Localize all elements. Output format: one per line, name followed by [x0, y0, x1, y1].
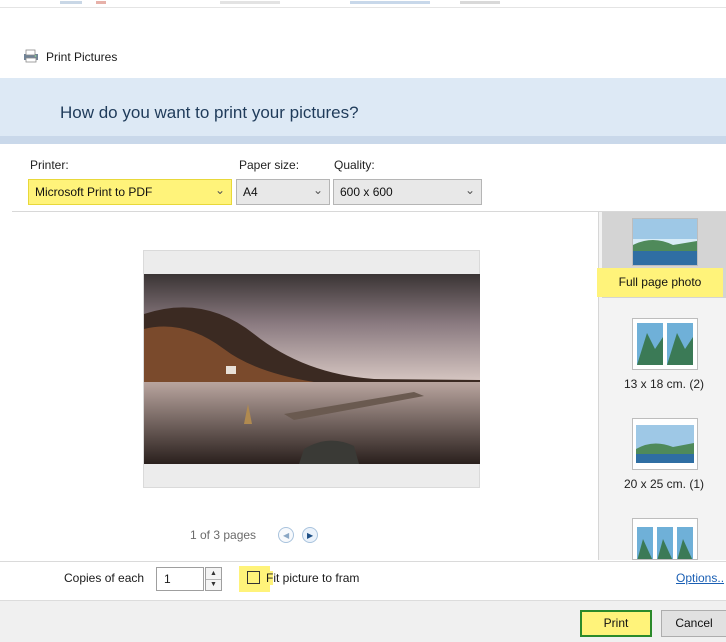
header-band-edge: [0, 136, 726, 144]
next-page-button[interactable]: ▶: [302, 527, 319, 543]
quality-label: Quality:: [334, 158, 375, 172]
layout-fullpage-label[interactable]: Full page photo: [597, 268, 723, 297]
layout-20x25-label[interactable]: 20 x 25 cm. (1): [602, 477, 726, 491]
layout-more-thumbnail[interactable]: [632, 518, 698, 560]
page-heading: How do you want to print your pictures?: [60, 103, 359, 122]
cancel-button[interactable]: Cancel: [661, 610, 726, 637]
chevron-down-icon: ⌄: [464, 183, 475, 197]
paper-size-label: Paper size:: [239, 158, 300, 172]
page-count: 1 of 3 pages: [190, 528, 257, 542]
printer-label: Printer:: [30, 158, 69, 172]
copies-label: Copies of each: [64, 571, 145, 585]
copies-value: 1: [164, 572, 171, 586]
copies-input[interactable]: 1: [156, 567, 204, 591]
fit-picture-label[interactable]: Fit picture to fram: [266, 571, 359, 585]
printer-icon: [22, 49, 40, 66]
layout-13x18-label[interactable]: 13 x 18 cm. (2): [602, 377, 726, 391]
preview-photo: [144, 274, 480, 464]
page-navigation: 1 of 3 pages ◀ ▶: [190, 527, 319, 543]
divider: [0, 561, 726, 562]
layout-fullpage-thumbnail[interactable]: [632, 218, 698, 266]
paper-size-value: A4: [243, 185, 258, 199]
stepper-down-icon[interactable]: ▼: [206, 579, 221, 590]
chevron-down-icon: ⌄: [214, 183, 225, 197]
top-strip: [0, 0, 726, 8]
options-link[interactable]: Options..: [676, 571, 724, 585]
printer-dropdown[interactable]: Microsoft Print to PDF ⌄: [28, 179, 232, 205]
layout-13x18-thumbnail[interactable]: [632, 318, 698, 370]
window-title: Print Pictures: [46, 50, 118, 64]
copies-stepper[interactable]: ▲ ▼: [205, 567, 222, 591]
printer-value: Microsoft Print to PDF: [35, 185, 153, 199]
paper-size-dropdown[interactable]: A4 ⌄: [236, 179, 330, 205]
layout-20x25-thumbnail[interactable]: [632, 418, 698, 470]
previous-page-button[interactable]: ◀: [278, 527, 295, 543]
window-title-bar: Print Pictures: [22, 48, 117, 66]
chevron-down-icon: ⌄: [312, 183, 323, 197]
quality-value: 600 x 600: [340, 185, 393, 199]
fit-picture-checkbox[interactable]: [247, 571, 260, 584]
print-button[interactable]: Print: [580, 610, 652, 637]
quality-dropdown[interactable]: 600 x 600 ⌄: [333, 179, 482, 205]
fit-label-rest: it picture to fram: [273, 571, 360, 585]
